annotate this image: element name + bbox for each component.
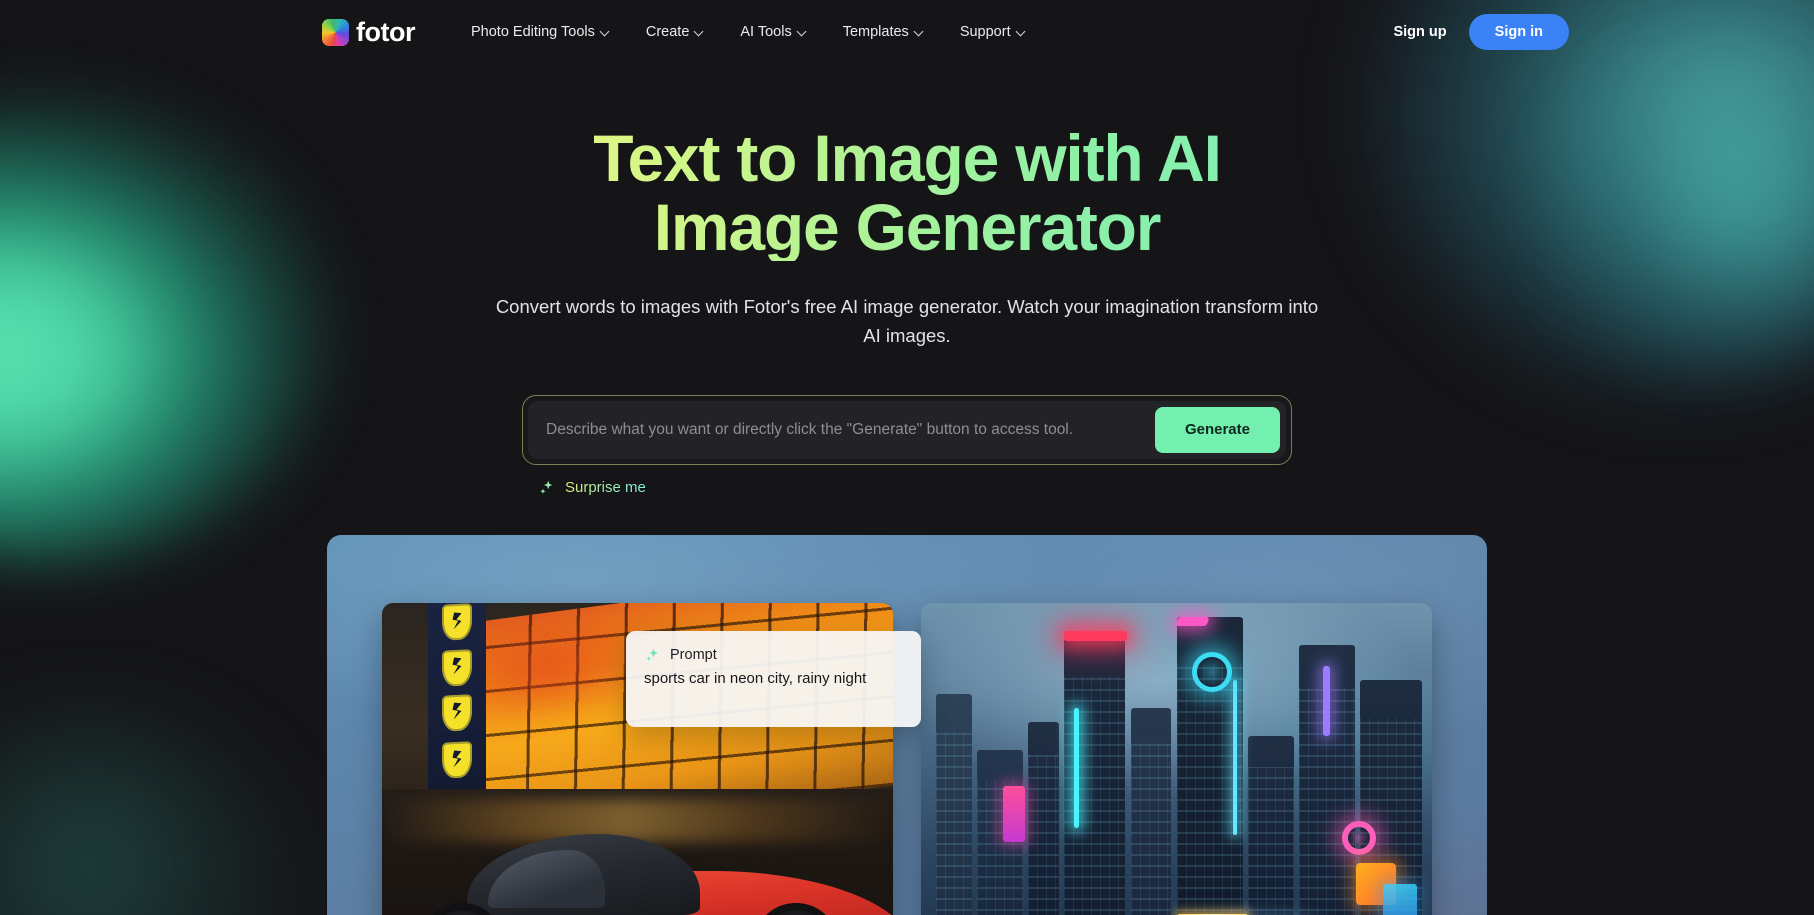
- shield-logo-icon: [441, 693, 472, 731]
- prompt-card-header: Prompt: [644, 646, 903, 664]
- main-nav: Photo Editing Tools Create AI Tools Temp…: [453, 16, 1044, 48]
- logo[interactable]: fotor: [322, 16, 415, 47]
- prompt-card-label: Prompt: [670, 647, 717, 663]
- neon-magenta-banner: [1002, 785, 1025, 842]
- shield-logo-icon: [441, 741, 472, 779]
- nav-item-photo-editing-tools[interactable]: Photo Editing Tools: [453, 16, 628, 48]
- sign-in-button[interactable]: Sign in: [1468, 14, 1569, 50]
- sports-car: [392, 828, 893, 915]
- prompt-card-value: sports car in neon city, rainy night: [644, 670, 867, 687]
- tower-windows: [1130, 742, 1172, 915]
- page-root: fotor Photo Editing Tools Create AI Tool…: [0, 0, 1814, 915]
- generate-button[interactable]: Generate: [1154, 406, 1280, 453]
- neon-ring-pink: [1341, 820, 1376, 855]
- showcase-image-neon-city[interactable]: [921, 602, 1432, 915]
- city-tower: [1064, 630, 1126, 915]
- tower-windows: [936, 730, 973, 915]
- sparkle-icon: [540, 480, 553, 494]
- neon-blue-billboard: [1382, 884, 1417, 915]
- sign-up-button[interactable]: Sign up: [1389, 16, 1450, 48]
- chevron-down-icon: [695, 27, 704, 36]
- hero-subtitle: Convert words to images with Fotor's fre…: [495, 296, 1319, 346]
- surprise-me-link[interactable]: Surprise me: [538, 479, 646, 497]
- nav-item-label: Templates: [842, 24, 909, 40]
- chevron-down-icon: [1017, 27, 1026, 36]
- city-tower: [1248, 736, 1295, 915]
- prompt-input[interactable]: [546, 400, 1155, 459]
- tower-windows: [1064, 676, 1126, 915]
- color-wheel-icon: [322, 18, 349, 46]
- chevron-down-icon: [601, 27, 610, 36]
- neon-cyan-strip: [1232, 680, 1237, 835]
- prompt-bar-container: Generate: [522, 394, 1292, 465]
- nav-item-label: Create: [645, 24, 690, 40]
- neon-red-sign: [1064, 630, 1128, 641]
- city-tower: [1130, 708, 1172, 915]
- neon-purple-bar: [1322, 665, 1330, 737]
- nav-item-label: AI Tools: [740, 24, 792, 40]
- tower-windows: [1248, 766, 1295, 915]
- chevron-down-icon: [798, 27, 807, 36]
- surprise-me-label: Surprise me: [565, 479, 646, 497]
- chevron-down-icon: [915, 27, 924, 36]
- shield-logo-icon: [441, 648, 472, 686]
- prompt-bar: Generate: [528, 400, 1286, 459]
- hero-section: Text to Image with AI Image Generator Co…: [0, 64, 1814, 497]
- city-tower: [1028, 722, 1059, 915]
- nav-item-ai-tools[interactable]: AI Tools: [722, 16, 824, 48]
- prompt-preview-card: Prompt sports car in neon city, rainy ni…: [626, 631, 921, 727]
- nav-item-label: Photo Editing Tools: [470, 24, 595, 40]
- nav-item-support[interactable]: Support: [942, 16, 1044, 48]
- neon-ring-cyan: [1191, 651, 1232, 692]
- page-title: Text to Image with AI Image Generator: [537, 124, 1277, 261]
- surprise-row: Surprise me: [522, 479, 1292, 497]
- city-tower: [936, 694, 973, 915]
- sparkle-icon: [646, 648, 658, 661]
- site-header: fotor Photo Editing Tools Create AI Tool…: [0, 0, 1814, 64]
- header-actions: Sign up Sign in: [1389, 14, 1779, 50]
- neon-cyan-strip: [1074, 708, 1080, 828]
- tower-windows: [1028, 754, 1059, 915]
- nav-item-label: Support: [959, 24, 1011, 40]
- shield-logo-icon: [441, 603, 472, 641]
- logo-text: fotor: [356, 16, 415, 47]
- neon-pink-sign: [1175, 616, 1209, 626]
- nav-item-templates[interactable]: Templates: [825, 16, 942, 48]
- nav-item-create[interactable]: Create: [628, 16, 723, 48]
